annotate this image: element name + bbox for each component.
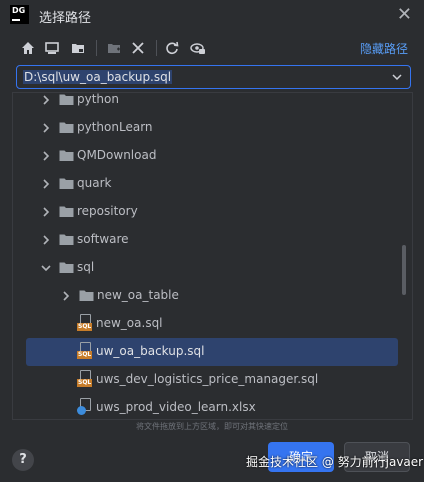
tree-file-row[interactable]: SQL new_oa.sql bbox=[13, 310, 412, 338]
tree-item-label: uws_dev_logistics_price_manager.sql bbox=[96, 372, 319, 386]
tree-item-label: new_oa.sql bbox=[96, 316, 163, 330]
tree-item-label: sql bbox=[77, 260, 95, 274]
tree-file-row[interactable]: SQL uws_dev_logistics_price_manager.sql bbox=[13, 366, 412, 394]
sql-file-icon: SQL bbox=[77, 314, 93, 332]
hide-path-link[interactable]: 隐藏路径 bbox=[360, 40, 408, 57]
folder-icon bbox=[59, 121, 74, 137]
tree-folder-row[interactable]: quark bbox=[13, 170, 412, 198]
drop-hint: 将文件拖放到上方区域，即可对其快速定位 bbox=[136, 422, 288, 431]
tree-scrollbar-thumb[interactable] bbox=[402, 245, 406, 295]
path-input-value[interactable]: D:\sql\uw_oa_backup.sql bbox=[23, 70, 173, 84]
folder-icon bbox=[59, 149, 74, 165]
close-icon[interactable]: ✕ bbox=[397, 4, 412, 25]
show-hidden-icon[interactable] bbox=[188, 38, 208, 58]
folder-icon bbox=[59, 93, 74, 109]
tree-item-label: QMDownload bbox=[77, 148, 157, 162]
tree-folder-row[interactable]: new_oa_table bbox=[13, 282, 412, 310]
tree-folder-row[interactable]: software bbox=[13, 226, 412, 254]
project-folder-icon[interactable] bbox=[68, 38, 88, 58]
path-input[interactable]: D:\sql\uw_oa_backup.sql bbox=[16, 65, 411, 89]
folder-icon bbox=[59, 261, 74, 277]
delete-icon[interactable] bbox=[128, 38, 148, 58]
tree-folder-row[interactable]: python bbox=[13, 92, 412, 114]
toolbar: 隐藏路径 bbox=[16, 38, 416, 58]
chevron-right-icon[interactable] bbox=[41, 150, 51, 164]
folder-icon bbox=[59, 177, 74, 193]
chevron-down-icon[interactable] bbox=[41, 262, 51, 276]
new-folder-icon[interactable] bbox=[104, 38, 124, 58]
tree-file-row[interactable]: uws_prod_video_learn.xlsx bbox=[13, 394, 412, 419]
watermark-text: 掘金技术社区 @ 努力前行javaer bbox=[246, 455, 424, 469]
chevron-down-icon[interactable] bbox=[391, 71, 403, 86]
chevron-right-icon[interactable] bbox=[41, 94, 51, 108]
help-button[interactable]: ? bbox=[12, 449, 34, 471]
tree-item-label: python bbox=[77, 92, 119, 106]
datagrip-logo-icon: DG bbox=[10, 5, 29, 24]
folder-icon bbox=[59, 233, 74, 249]
tree-file-row[interactable]: SQL uw_oa_backup.sql bbox=[26, 338, 398, 366]
home-icon[interactable] bbox=[18, 38, 38, 58]
tree-item-label: uw_oa_backup.sql bbox=[96, 344, 205, 358]
tree-item-label: pythonLearn bbox=[77, 120, 153, 134]
chevron-right-icon[interactable] bbox=[41, 178, 51, 192]
chevron-right-icon[interactable] bbox=[41, 206, 51, 220]
tree-folder-row[interactable]: sql bbox=[13, 254, 412, 282]
tree-item-label: software bbox=[77, 232, 129, 246]
tree-item-label: quark bbox=[77, 176, 112, 190]
tree-folder-row[interactable]: repository bbox=[13, 198, 412, 226]
chevron-right-icon[interactable] bbox=[61, 290, 71, 304]
folder-icon bbox=[59, 205, 74, 221]
window-title: 选择路径 bbox=[39, 11, 92, 26]
tree-folder-row[interactable]: pythonLearn bbox=[13, 114, 412, 142]
title-bar: DG 选择路径 ✕ bbox=[0, 0, 424, 30]
folder-icon bbox=[79, 289, 94, 305]
tree-item-label: new_oa_table bbox=[97, 288, 179, 302]
sql-file-icon: SQL bbox=[77, 370, 93, 388]
file-tree[interactable]: python pythonLearn QMDownload quark reposito… bbox=[12, 92, 413, 420]
chevron-right-icon[interactable] bbox=[41, 122, 51, 136]
tree-item-label: repository bbox=[77, 204, 138, 218]
refresh-icon[interactable] bbox=[162, 38, 182, 58]
tree-item-label: uws_prod_video_learn.xlsx bbox=[96, 400, 256, 414]
sql-file-icon: SQL bbox=[77, 342, 93, 360]
unknown-file-icon bbox=[77, 398, 93, 416]
chevron-right-icon[interactable] bbox=[41, 234, 51, 248]
desktop-icon[interactable] bbox=[42, 38, 62, 58]
tree-folder-row[interactable]: QMDownload bbox=[13, 142, 412, 170]
